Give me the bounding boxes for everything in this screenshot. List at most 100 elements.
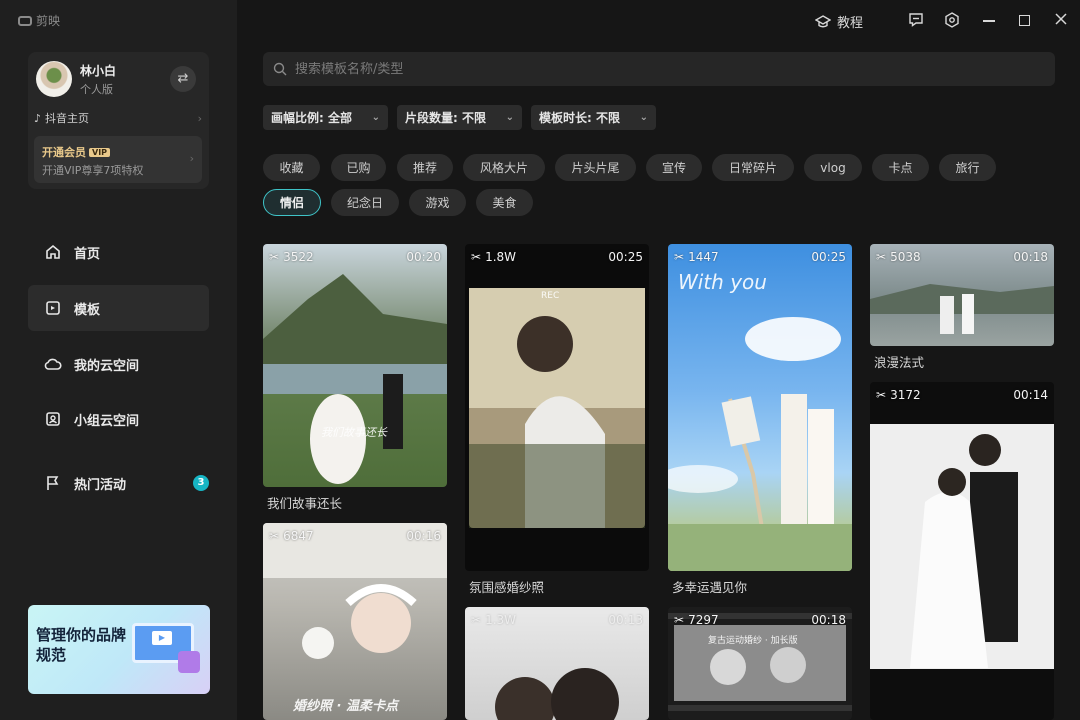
nav-my-cloud[interactable]: 我的云空间 xyxy=(28,341,209,387)
app-logo-icon xyxy=(18,15,32,26)
flag-icon xyxy=(44,474,62,492)
chevron-down-icon: ⌄ xyxy=(371,112,380,123)
overlay-text: 我们故事还长 xyxy=(321,426,387,439)
vip-upgrade-button[interactable]: 开通会员 VIP 开通VIP尊享7项特权 › xyxy=(34,136,202,183)
nav-home[interactable]: 首页 xyxy=(28,229,209,275)
overlay-text: 婚纱照 · 温柔卡点 xyxy=(293,699,398,714)
minimize-icon xyxy=(983,20,995,22)
thumbnail-image xyxy=(263,523,447,659)
usage-count: ✂ 1.3W xyxy=(471,613,517,627)
tiktok-icon: ♪ xyxy=(34,111,42,125)
filter-duration[interactable]: 模板时长: 不限 ⌄ xyxy=(531,105,656,130)
filter-clip-count[interactable]: 片段数量: 不限 ⌄ xyxy=(397,105,522,130)
close-button[interactable] xyxy=(1054,12,1068,26)
overlay-text: With you xyxy=(678,270,767,294)
usage-count: ✂ 1447 xyxy=(674,250,719,264)
nav-label: 热门活动 xyxy=(74,477,127,493)
scissors-icon: ✂ xyxy=(471,250,482,264)
switch-account-button[interactable]: ⇄ xyxy=(170,66,196,92)
chip-style[interactable]: 风格大片 xyxy=(463,154,545,181)
chip-couple[interactable]: 情侣 xyxy=(263,189,321,216)
card-title[interactable]: 浪漫法式 xyxy=(874,352,924,371)
chip-games[interactable]: 游戏 xyxy=(409,189,466,216)
scissors-icon: ✂ xyxy=(269,250,280,264)
feedback-button[interactable] xyxy=(908,12,924,27)
nav-team-cloud[interactable]: 小组云空间 xyxy=(28,396,209,442)
scissors-icon: ✂ xyxy=(876,388,887,402)
nav-templates[interactable]: 模板 xyxy=(28,285,209,331)
message-icon xyxy=(909,13,923,27)
thumbnail-image xyxy=(870,424,1054,669)
user-tier: 个人版 xyxy=(80,83,113,96)
template-card[interactable]: ✂ 1.8W 00:25 REC xyxy=(465,244,649,571)
filter-label: 画幅比例: 全部 xyxy=(271,111,352,125)
template-icon xyxy=(44,299,62,317)
thumbnail-image xyxy=(263,274,447,484)
duration: 00:14 xyxy=(1013,388,1048,402)
tutorial-label: 教程 xyxy=(837,16,864,31)
chip-beat[interactable]: 卡点 xyxy=(872,154,929,181)
titlebar: 教程 xyxy=(237,0,1080,42)
chevron-down-icon: ⌄ xyxy=(639,112,648,123)
card-title[interactable]: 我们故事还长 xyxy=(267,493,342,512)
scissors-icon: ✂ xyxy=(269,529,280,543)
nav-hot-events[interactable]: 热门活动 3 xyxy=(28,460,209,506)
swap-icon: ⇄ xyxy=(177,71,189,86)
maximize-button[interactable] xyxy=(1019,15,1030,26)
filter-label: 模板时长: 不限 xyxy=(539,111,620,125)
douyin-homepage-link[interactable]: ♪ 抖音主页 › xyxy=(34,110,202,126)
template-card[interactable]: ✂ 5038 00:18 xyxy=(870,244,1054,346)
chip-daily[interactable]: 日常碎片 xyxy=(712,154,794,181)
app-name: 剪映 xyxy=(36,14,61,28)
duration: 00:20 xyxy=(406,250,441,264)
chip-promo[interactable]: 宣传 xyxy=(646,154,702,181)
template-card[interactable]: ✂ 1.3W 00:13 xyxy=(465,607,649,720)
duration: 00:25 xyxy=(811,250,846,264)
chip-anniversary[interactable]: 纪念日 xyxy=(331,189,399,216)
card-title[interactable]: 多幸运遇见你 xyxy=(672,577,747,596)
template-card[interactable]: ✂ 1447 00:25 With you xyxy=(668,244,852,571)
filter-aspect-ratio[interactable]: 画幅比例: 全部 ⌄ xyxy=(263,105,388,130)
card-title[interactable]: 氛围感婚纱照 xyxy=(469,577,544,596)
settings-button[interactable] xyxy=(944,12,960,28)
chip-vlog[interactable]: vlog xyxy=(804,154,862,181)
scissors-icon: ✂ xyxy=(674,250,685,264)
tutorial-button[interactable]: 教程 xyxy=(815,12,863,31)
nav-label: 首页 xyxy=(74,246,101,262)
duration: 00:16 xyxy=(406,529,441,543)
nav-label: 我的云空间 xyxy=(74,358,140,374)
graduation-cap-icon xyxy=(815,14,831,27)
overlay-text: 复古运动婚纱 · 加长版 xyxy=(708,636,798,646)
duration: 00:18 xyxy=(811,613,846,627)
scissors-icon: ✂ xyxy=(674,613,685,627)
chip-favorites[interactable]: 收藏 xyxy=(263,154,320,181)
minimize-button[interactable] xyxy=(983,20,995,22)
chip-purchased[interactable]: 已购 xyxy=(331,154,386,181)
home-icon xyxy=(44,243,62,261)
usage-count: ✂ 5038 xyxy=(876,250,921,264)
chip-food[interactable]: 美食 xyxy=(476,189,533,216)
template-card[interactable]: ✂ 6847 00:16 婚纱照 · 温柔卡点 xyxy=(263,523,447,720)
chevron-down-icon: ⌄ xyxy=(505,112,514,123)
user-name: 林小白 xyxy=(80,64,117,78)
vip-title: 开通会员 VIP xyxy=(42,144,111,160)
usage-count: ✂ 3172 xyxy=(876,388,921,402)
duration: 00:25 xyxy=(608,250,643,264)
chip-recommended[interactable]: 推荐 xyxy=(397,154,453,181)
scissors-icon: ✂ xyxy=(876,250,887,264)
usage-count: ✂ 7297 xyxy=(674,613,719,627)
promo-banner[interactable]: 管理你的品牌规范 ▶ xyxy=(28,605,210,694)
template-card[interactable]: ✂ 3172 00:14 xyxy=(870,382,1054,720)
duration: 00:18 xyxy=(1013,250,1048,264)
avatar[interactable] xyxy=(36,61,72,97)
usage-count: ✂ 6847 xyxy=(269,529,314,543)
template-card[interactable]: ✂ 3522 00:20 我们故事还长 xyxy=(263,244,447,487)
profile-card: 林小白 个人版 ⇄ ♪ 抖音主页 › 开通会员 VIP 开通VIP尊享7项特权 › xyxy=(28,52,209,189)
chip-intro-outro[interactable]: 片头片尾 xyxy=(555,154,636,181)
search-input[interactable] xyxy=(295,61,995,77)
maximize-icon xyxy=(1019,15,1030,26)
chip-travel[interactable]: 旅行 xyxy=(939,154,996,181)
nav-label: 模板 xyxy=(74,302,101,318)
template-card[interactable]: ✂ 7297 00:18 复古运动婚纱 · 加长版 xyxy=(668,607,852,720)
usage-count: ✂ 1.8W xyxy=(471,250,517,264)
